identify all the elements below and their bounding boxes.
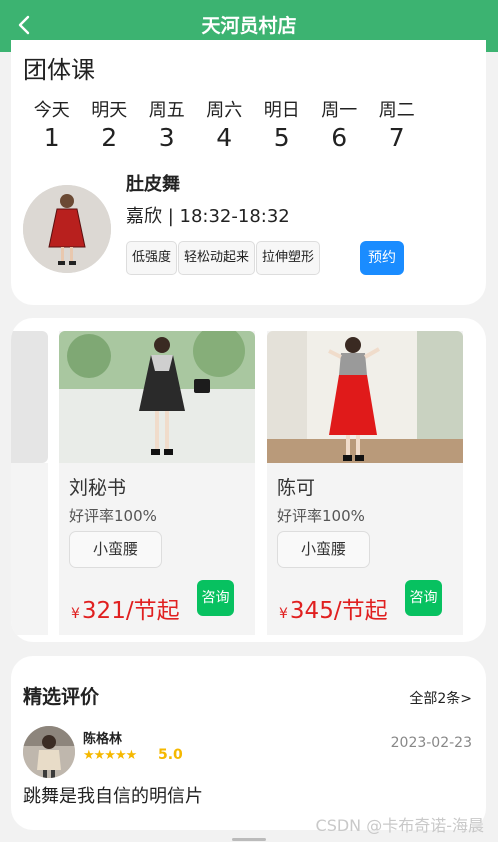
price-value: 321/节起: [81, 598, 180, 624]
day-number: 1: [43, 123, 60, 152]
day-item[interactable]: 周五 3: [138, 96, 196, 152]
prev-card-image: [11, 331, 48, 463]
star-rating-icon: ★★★★★: [83, 748, 137, 763]
price-value: 345/节起: [289, 598, 388, 624]
reviews-title: 精选评价: [23, 686, 100, 708]
course-tags: 低强度 轻松动起来 拉伸塑形: [126, 241, 321, 275]
day-item[interactable]: 明天 2: [81, 96, 139, 152]
day-week: 周二: [378, 100, 415, 121]
book-button[interactable]: 预约: [360, 241, 404, 275]
day-week: 今天: [33, 100, 70, 121]
course-tag: 拉伸塑形: [256, 241, 321, 275]
price-currency: ¥: [71, 606, 80, 622]
reviews-card: 精选评价 全部2条> 陈格林 ★★★★★ 5.0 2023-02-23 跳舞是我…: [11, 656, 486, 830]
day-selector: 今天 1 明天 2 周五 3 周六 4 明日 5 周一 6 周二 7: [23, 96, 426, 152]
reviewer-avatar: [23, 726, 75, 778]
coach-avatar: [23, 185, 111, 273]
day-number: 5: [273, 123, 290, 152]
review-score: 5.0: [158, 747, 183, 763]
day-number: 7: [388, 123, 405, 152]
price-currency: ¥: [279, 606, 288, 622]
day-week: 明天: [91, 100, 128, 121]
day-week: 周一: [321, 100, 358, 121]
home-indicator: [232, 838, 266, 841]
day-item[interactable]: 周六 4: [196, 96, 254, 152]
product-name: 刘秘书: [69, 477, 127, 499]
product-tag-button[interactable]: 小蛮腰: [69, 531, 162, 568]
product-price: ¥321/节起: [71, 591, 180, 625]
product-card[interactable]: 刘秘书 好评率100% 小蛮腰 ¥321/节起 咨询: [59, 331, 255, 635]
day-number: 4: [216, 123, 233, 152]
consult-button[interactable]: 咨询: [405, 580, 442, 616]
product-image: [59, 331, 255, 463]
reviews-all-link[interactable]: 全部2条>: [409, 688, 472, 708]
course-tag: 轻松动起来: [178, 241, 256, 275]
group-class-card: 团体课 今天 1 明天 2 周五 3 周六 4 明日 5 周一 6 周二 7 肚皮舞 嘉欣 |…: [11, 40, 486, 305]
day-number: 2: [101, 123, 118, 152]
product-price: ¥345/节起: [279, 591, 388, 625]
product-card[interactable]: 陈可 好评率100% 小蛮腰 ¥345/节起 咨询: [267, 331, 463, 635]
product-rating: 好评率100%: [69, 507, 157, 525]
prev-card-body: [11, 463, 48, 635]
product-image: [267, 331, 463, 463]
day-item[interactable]: 周二 7: [368, 96, 426, 152]
day-week: 明日: [263, 100, 300, 121]
day-week: 周五: [148, 100, 185, 121]
review-date: 2023-02-23: [390, 735, 472, 751]
review-text: 跳舞是我自信的明信片: [23, 786, 203, 807]
course-info: 嘉欣 | 18:32-18:32: [126, 206, 290, 227]
day-week: 周六: [206, 100, 243, 121]
day-item[interactable]: 周一 6: [311, 96, 369, 152]
consult-button[interactable]: 咨询: [197, 580, 234, 616]
day-number: 6: [331, 123, 348, 152]
product-carousel[interactable]: 刘秘书 好评率100% 小蛮腰 ¥321/节起 咨询 陈可 好评率100% 小蛮…: [11, 318, 486, 642]
section-title: 团体课: [23, 56, 95, 84]
reviewer-name: 陈格林: [83, 732, 123, 747]
product-rating: 好评率100%: [277, 507, 365, 525]
day-item[interactable]: 今天 1: [23, 96, 81, 152]
watermark: CSDN @卡布奇诺-海晨: [315, 816, 484, 835]
day-number: 3: [158, 123, 175, 152]
course-name: 肚皮舞: [126, 174, 180, 195]
day-item[interactable]: 明日 5: [253, 96, 311, 152]
course-tag: 低强度: [126, 241, 178, 275]
product-name: 陈可: [277, 477, 316, 499]
product-tag-button[interactable]: 小蛮腰: [277, 531, 370, 568]
